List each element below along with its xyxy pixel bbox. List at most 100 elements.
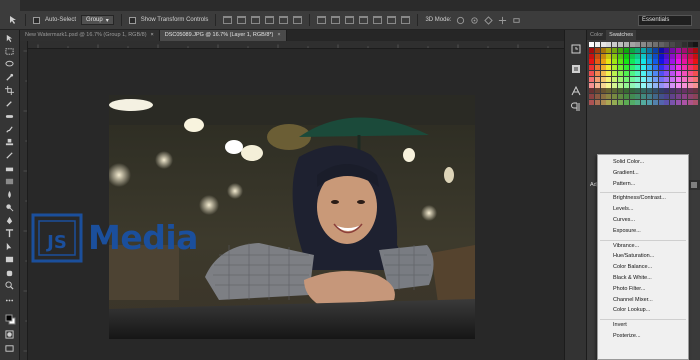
align-middle-icon[interactable]	[237, 16, 247, 24]
swatch[interactable]	[635, 94, 641, 100]
swatch[interactable]	[623, 82, 629, 88]
swatch[interactable]	[652, 82, 658, 88]
swatch[interactable]	[670, 94, 676, 100]
swatch[interactable]	[687, 100, 693, 105]
swatch[interactable]	[589, 71, 594, 76]
swatch[interactable]	[606, 59, 612, 65]
swatch[interactable]	[629, 76, 635, 82]
move-tool-icon[interactable]	[5, 34, 14, 43]
swatch[interactable]	[589, 100, 594, 105]
swatch[interactable]	[629, 42, 635, 47]
type-tool-icon[interactable]	[5, 229, 14, 238]
swatch[interactable]	[629, 59, 635, 65]
eyedropper-tool-icon[interactable]	[5, 99, 14, 108]
swatch[interactable]	[635, 65, 641, 71]
swatch[interactable]	[594, 100, 600, 105]
eraser-tool-icon[interactable]	[5, 164, 14, 173]
swatch[interactable]	[641, 59, 647, 65]
swatch[interactable]	[652, 71, 658, 76]
move-tool-icon[interactable]	[8, 15, 18, 25]
swatch[interactable]	[606, 100, 612, 105]
swatch[interactable]	[589, 65, 594, 71]
swatch[interactable]	[676, 59, 681, 65]
swatch[interactable]	[641, 47, 647, 53]
swatch[interactable]	[676, 82, 681, 88]
swatch[interactable]	[594, 71, 600, 76]
menu-item[interactable]: Color Lookup...	[613, 307, 650, 314]
swatch[interactable]	[652, 47, 658, 53]
swatch[interactable]	[658, 42, 664, 47]
swatch[interactable]	[693, 65, 699, 71]
menu-item[interactable]: Levels...	[613, 206, 633, 213]
swatch[interactable]	[623, 100, 629, 105]
auto-select-dropdown[interactable]: Group ▾	[81, 15, 114, 25]
swatch[interactable]	[623, 65, 629, 71]
align-center-icon[interactable]	[279, 16, 289, 24]
swatch[interactable]	[647, 47, 652, 53]
swatch[interactable]	[658, 65, 664, 71]
swatch[interactable]	[594, 94, 600, 100]
swatch[interactable]	[681, 65, 687, 71]
swatch[interactable]	[676, 94, 681, 100]
swatch[interactable]	[658, 100, 664, 105]
menu-item[interactable]: Curves...	[613, 217, 635, 224]
screen-mode-icon[interactable]	[5, 344, 14, 353]
swatch[interactable]	[618, 94, 623, 100]
swatch[interactable]	[658, 59, 664, 65]
menu-item[interactable]: Posterize...	[613, 333, 641, 340]
close-icon[interactable]: ×	[151, 32, 154, 38]
menu-item[interactable]: Channel Mixer...	[613, 297, 653, 304]
swatch[interactable]	[612, 47, 618, 53]
paragraph-panel-icon[interactable]	[571, 102, 581, 112]
swatch[interactable]	[664, 59, 670, 65]
swatch[interactable]	[594, 76, 600, 82]
distribute-top-icon[interactable]	[317, 16, 327, 24]
swatch[interactable]	[647, 71, 652, 76]
rectangle-tool-icon[interactable]	[5, 255, 14, 264]
distribute-center-icon[interactable]	[373, 16, 383, 24]
swatch[interactable]	[652, 94, 658, 100]
swatch[interactable]	[676, 71, 681, 76]
swatch[interactable]	[670, 88, 676, 94]
swatch[interactable]	[676, 42, 681, 47]
swatch[interactable]	[612, 82, 618, 88]
document-tab[interactable]: New Watermark1.psd @ 16.7% (Group 1, RGB…	[20, 30, 160, 41]
swatch[interactable]	[606, 42, 612, 47]
swatch[interactable]	[687, 76, 693, 82]
menu-item[interactable]: Invert	[613, 322, 627, 329]
swatch[interactable]	[629, 82, 635, 88]
clone-stamp-tool-icon[interactable]	[5, 138, 14, 147]
swatch[interactable]	[635, 71, 641, 76]
swatch[interactable]	[658, 94, 664, 100]
3d-scale-icon[interactable]	[512, 16, 521, 25]
swatch[interactable]	[623, 76, 629, 82]
swatch[interactable]	[618, 71, 623, 76]
more-tools-icon[interactable]	[5, 296, 14, 305]
blur-tool-icon[interactable]	[5, 190, 14, 199]
close-icon[interactable]: ×	[277, 32, 280, 38]
swatch[interactable]	[600, 65, 606, 71]
swatch[interactable]	[600, 59, 606, 65]
swatch[interactable]	[612, 53, 618, 59]
swatch[interactable]	[612, 71, 618, 76]
swatch[interactable]	[612, 59, 618, 65]
swatch[interactable]	[681, 71, 687, 76]
swatch[interactable]	[618, 65, 623, 71]
swatch[interactable]	[612, 65, 618, 71]
swatch[interactable]	[594, 59, 600, 65]
swatch[interactable]	[687, 47, 693, 53]
zoom-tool-icon[interactable]	[5, 281, 14, 290]
swatch[interactable]	[693, 76, 699, 82]
swatch[interactable]	[664, 47, 670, 53]
swatch[interactable]	[594, 88, 600, 94]
swatch[interactable]	[647, 88, 652, 94]
swatch[interactable]	[664, 65, 670, 71]
foreground-background-color-icon[interactable]	[5, 314, 16, 325]
swatch[interactable]	[681, 47, 687, 53]
swatch[interactable]	[589, 82, 594, 88]
swatch[interactable]	[623, 47, 629, 53]
swatch[interactable]	[623, 42, 629, 47]
swatch[interactable]	[618, 88, 623, 94]
distribute-right-icon[interactable]	[387, 16, 397, 24]
swatch[interactable]	[618, 100, 623, 105]
